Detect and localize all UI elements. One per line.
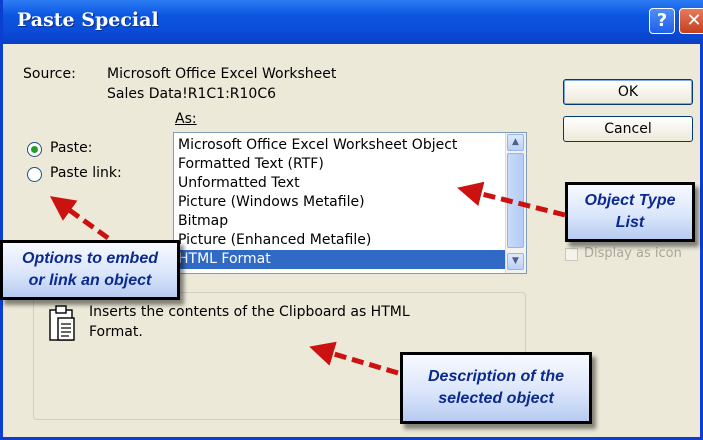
paste-link-radio[interactable] <box>27 167 42 182</box>
clipboard-icon <box>49 305 75 341</box>
paste-link-radio-label[interactable]: Paste link: <box>50 165 122 181</box>
list-item[interactable]: Formatted Text (RTF) <box>174 155 526 174</box>
display-as-icon-label: Display as icon <box>584 246 682 261</box>
list-item[interactable]: Picture (Windows Metafile) <box>174 193 526 212</box>
options-callout-line1: Options to embed <box>22 250 158 267</box>
cancel-button[interactable]: Cancel <box>563 116 693 142</box>
list-item[interactable]: Microsoft Office Excel Worksheet Object <box>174 136 526 155</box>
source-value-line1: Microsoft Office Excel Worksheet <box>107 66 337 82</box>
title-bar[interactable]: Paste Special ? ✕ <box>3 0 703 44</box>
description-callout-line2: selected object <box>438 390 554 407</box>
source-label: Source: <box>23 66 76 82</box>
ok-button[interactable]: OK <box>563 79 693 105</box>
display-as-icon-checkbox[interactable] <box>565 248 578 261</box>
help-button[interactable]: ? <box>649 8 675 34</box>
list-item[interactable]: Bitmap <box>174 212 526 231</box>
result-text-line2: Format. <box>89 324 143 340</box>
radio-selected-dot <box>31 146 38 153</box>
paste-radio[interactable] <box>27 142 42 157</box>
options-callout-line2: or link an object <box>28 272 152 289</box>
options-callout: Options to embed or link an object <box>0 240 180 300</box>
object-type-callout-line2: List <box>615 214 645 231</box>
list-item-selected[interactable]: HTML Format <box>174 250 526 269</box>
object-type-list[interactable]: Microsoft Office Excel Worksheet Object … <box>173 132 527 274</box>
close-button[interactable]: ✕ <box>679 8 703 34</box>
description-callout-line1: Description of the <box>427 368 564 385</box>
object-type-callout-line1: Object Type <box>584 192 676 209</box>
object-type-callout: Object Type List <box>565 182 695 242</box>
result-text-line1: Inserts the contents of the Clipboard as… <box>89 304 410 320</box>
description-callout: Description of the selected object <box>400 352 592 424</box>
dialog-title: Paste Special <box>17 9 159 31</box>
list-item[interactable]: Picture (Enhanced Metafile) <box>174 231 526 250</box>
paste-radio-label[interactable]: Paste: <box>50 140 93 156</box>
scroll-up-arrow-icon[interactable]: ▲ <box>507 134 524 151</box>
as-label: As: <box>175 111 197 127</box>
list-scrollbar[interactable]: ▲ ▼ <box>505 133 526 273</box>
source-value-line2: Sales Data!R1C1:R10C6 <box>107 86 277 102</box>
list-item[interactable]: Unformatted Text <box>174 174 526 193</box>
scroll-down-arrow-icon[interactable]: ▼ <box>507 253 524 270</box>
scroll-thumb[interactable] <box>507 153 524 248</box>
